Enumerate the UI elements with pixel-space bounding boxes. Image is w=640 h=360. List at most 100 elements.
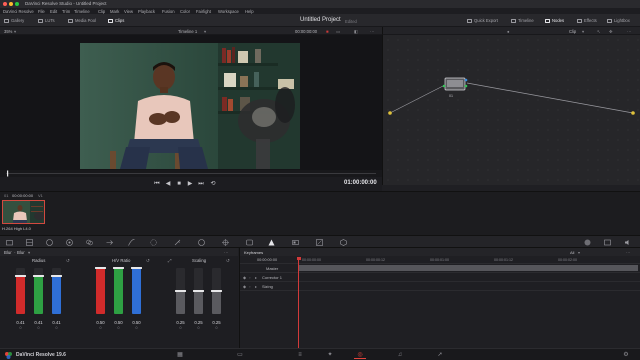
hv-ratio-value[interactable]: 0.50 bbox=[130, 320, 144, 325]
gallery-button[interactable]: Gallery bbox=[4, 16, 24, 25]
info-icon[interactable] bbox=[604, 239, 611, 246]
zoom-window-button[interactable] bbox=[15, 2, 19, 6]
menu-playback[interactable]: Playback bbox=[138, 9, 155, 14]
color-page-icon[interactable]: ◎ bbox=[354, 351, 366, 359]
lightbox-button[interactable]: Lightbox bbox=[607, 16, 630, 25]
scaling-slider[interactable] bbox=[193, 268, 204, 314]
source-input-dot[interactable] bbox=[388, 111, 392, 115]
menu-view[interactable]: View bbox=[124, 9, 133, 14]
timeline-dropdown-icon[interactable]: ▾ bbox=[204, 29, 206, 34]
radius-slider-handle[interactable] bbox=[51, 275, 62, 277]
media-page-icon[interactable]: ▦ bbox=[174, 351, 186, 359]
rgb-mixer-icon[interactable] bbox=[86, 239, 93, 246]
keyframes-filter[interactable]: All bbox=[570, 250, 574, 255]
color-wheels-icon[interactable] bbox=[46, 239, 53, 246]
menu-timeline[interactable]: Timeline bbox=[74, 9, 90, 14]
node-mode-dropdown-icon[interactable]: ▾ bbox=[582, 29, 584, 34]
key-icon[interactable] bbox=[292, 239, 299, 246]
hv-ratio-slider-handle[interactable] bbox=[131, 267, 142, 269]
hv-ratio-slider[interactable] bbox=[113, 267, 124, 314]
loop-icon[interactable]: ⟲ bbox=[209, 180, 217, 188]
close-window-button[interactable] bbox=[3, 2, 7, 6]
nodes-button[interactable]: Nodes bbox=[545, 16, 564, 25]
color-match-icon[interactable] bbox=[26, 239, 33, 246]
effects-button[interactable]: Effects bbox=[577, 16, 597, 25]
hdr-icon[interactable] bbox=[66, 239, 73, 246]
zoom-level[interactable]: 35% bbox=[4, 29, 12, 34]
luts-button[interactable]: LUTs bbox=[38, 16, 55, 25]
menu-workspace[interactable]: Workspace bbox=[218, 9, 239, 14]
quick-export-button[interactable]: Quick Export bbox=[467, 16, 498, 25]
radius-value[interactable]: 0.41 bbox=[32, 320, 46, 325]
curves-icon[interactable] bbox=[128, 239, 135, 246]
menu-fusion[interactable]: Fusion bbox=[162, 9, 175, 14]
scaling-value[interactable]: 0.25 bbox=[192, 320, 206, 325]
hand-tool-icon[interactable]: ✥ bbox=[609, 29, 613, 34]
expand-arrow-icon[interactable]: ◆ bbox=[243, 275, 246, 280]
jump-to-start-icon[interactable]: ⏮ bbox=[153, 180, 161, 188]
hv-ratio-slider-handle[interactable] bbox=[113, 267, 124, 269]
motion-effects-icon[interactable] bbox=[106, 239, 113, 246]
timeline-selector[interactable]: Timeline 1 bbox=[178, 29, 197, 34]
timeline-button[interactable]: Timeline bbox=[511, 16, 534, 25]
viewer-mode-icon[interactable]: ◧ bbox=[354, 29, 358, 34]
red-marker-icon[interactable]: ■ bbox=[326, 29, 329, 34]
blur-icon[interactable] bbox=[268, 239, 275, 246]
hv-ratio-slider[interactable] bbox=[95, 267, 106, 314]
menu-help[interactable]: Help bbox=[245, 9, 254, 14]
cut-page-icon[interactable]: ▭ bbox=[234, 351, 246, 359]
master-track-bar[interactable] bbox=[298, 265, 638, 271]
keyframes-options-icon[interactable]: ⋯ bbox=[626, 250, 630, 255]
scaling-link-icon[interactable]: ⤢ bbox=[168, 258, 172, 263]
reverse-icon[interactable]: ◀ bbox=[164, 180, 172, 188]
lock-icon[interactable]: ▫ bbox=[249, 284, 250, 289]
magic-mask-icon[interactable] bbox=[246, 239, 253, 246]
playhead[interactable] bbox=[7, 170, 9, 177]
menu-davinci-resolve[interactable]: DaVinci Resolve bbox=[3, 9, 34, 14]
window-icon[interactable] bbox=[198, 239, 205, 246]
scaling-reset-icon[interactable]: ↺ bbox=[226, 258, 230, 264]
keyframe-playhead-head[interactable] bbox=[296, 257, 301, 260]
expand-arrow-icon[interactable]: ▸ bbox=[255, 275, 257, 280]
scaling-slider-handle[interactable] bbox=[175, 290, 186, 292]
stop-icon[interactable]: ■ bbox=[175, 180, 183, 188]
menu-color[interactable]: Color bbox=[180, 9, 190, 14]
zoom-dropdown-icon[interactable]: ▾ bbox=[14, 29, 16, 34]
camera-raw-icon[interactable] bbox=[6, 239, 13, 246]
hv-ratio-slider[interactable] bbox=[131, 267, 142, 314]
edit-page-icon[interactable]: ≡ bbox=[294, 351, 306, 359]
deliver-page-icon[interactable]: ➚ bbox=[434, 351, 446, 359]
pointer-tool-icon[interactable]: ↖ bbox=[597, 29, 601, 34]
scaling-slider-handle[interactable] bbox=[211, 290, 222, 292]
keyframe-track-master[interactable]: Master bbox=[240, 264, 640, 273]
menu-clip[interactable]: Clip bbox=[98, 9, 105, 14]
viewer-options-icon[interactable]: ▭ bbox=[336, 29, 340, 34]
menu-mark[interactable]: Mark bbox=[110, 9, 119, 14]
scrubber-bar[interactable] bbox=[0, 170, 382, 177]
keyframe-track-sizing[interactable]: ◆ ▫ ▸ Sizing bbox=[240, 282, 640, 291]
menu-fairlight[interactable]: Fairlight bbox=[196, 9, 211, 14]
node-menu-icon[interactable]: ● bbox=[507, 29, 510, 34]
tracker-icon[interactable] bbox=[222, 239, 229, 246]
clips-button[interactable]: Clips bbox=[108, 16, 124, 25]
jump-to-end-icon[interactable]: ⏭ bbox=[197, 180, 205, 188]
radius-slider-handle[interactable] bbox=[33, 275, 44, 277]
lock-icon[interactable]: ▫ bbox=[249, 275, 250, 280]
radius-slider-handle[interactable] bbox=[15, 275, 26, 277]
hv-ratio-value[interactable]: 0.50 bbox=[112, 320, 126, 325]
scrubber[interactable] bbox=[0, 170, 382, 177]
expand-arrow-icon[interactable]: ▸ bbox=[255, 284, 257, 289]
3d-icon[interactable] bbox=[340, 239, 347, 246]
radius-reset-icon[interactable]: ↺ bbox=[66, 258, 70, 264]
radius-value[interactable]: 0.41 bbox=[14, 320, 28, 325]
node-options-icon[interactable]: ⋯ bbox=[627, 29, 631, 34]
qualifier-icon[interactable] bbox=[174, 239, 181, 246]
settings-icon[interactable]: ⚙ bbox=[620, 351, 632, 359]
fusion-page-icon[interactable]: ✦ bbox=[324, 351, 336, 359]
radius-value[interactable]: 0.41 bbox=[50, 320, 64, 325]
hv-ratio-slider-handle[interactable] bbox=[95, 267, 106, 269]
scopes-toggle-icon[interactable] bbox=[584, 239, 591, 246]
clip-thumbnail[interactable] bbox=[2, 200, 45, 224]
color-warper-icon[interactable] bbox=[150, 239, 157, 246]
fairlight-page-icon[interactable]: ♫ bbox=[394, 351, 406, 359]
